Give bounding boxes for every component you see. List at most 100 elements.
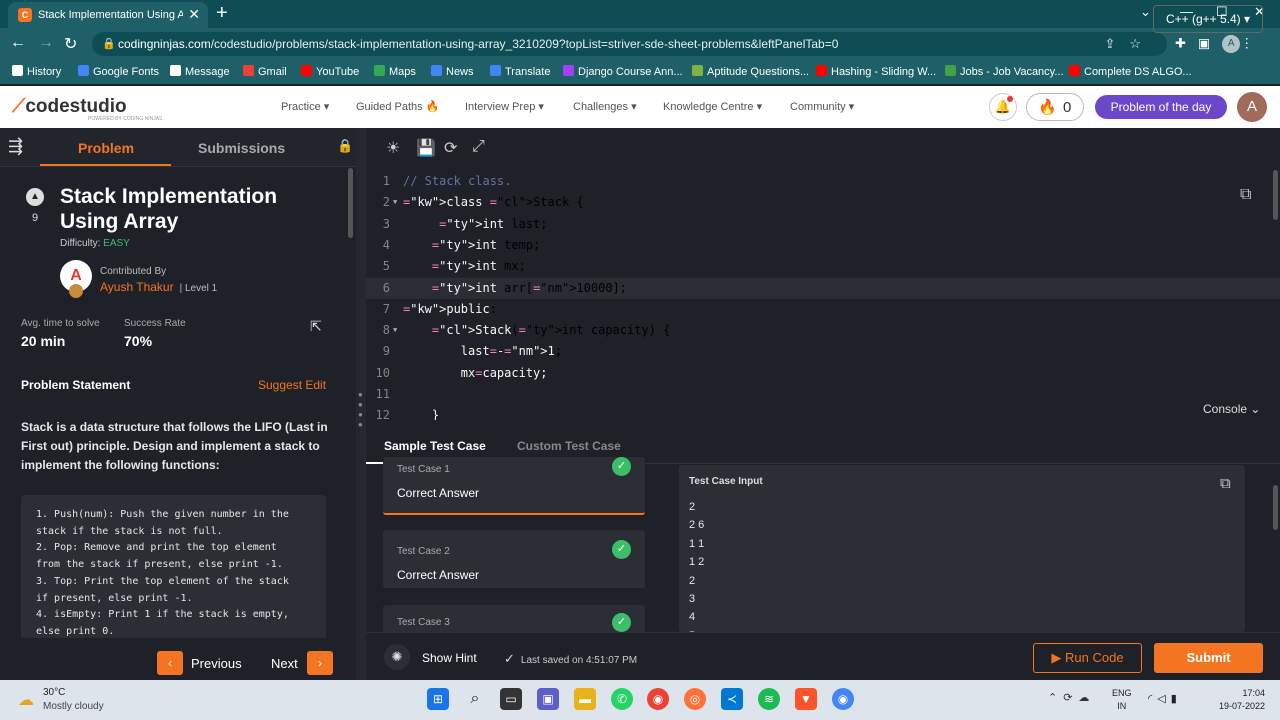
extensions-icon[interactable]: ✚ [1175,35,1198,50]
bookmark-item[interactable]: News [431,65,474,78]
code-line[interactable]: 6 ="ty">int arr[="nm">10000]; [366,277,1280,299]
back-icon[interactable]: ← [10,34,26,52]
file-explorer-icon[interactable]: ▬ [574,688,596,710]
bookmark-item[interactable]: Django Course Ann... [563,65,683,78]
problem-of-the-day-button[interactable]: Problem of the day [1095,95,1227,119]
browser-tab[interactable]: C Stack Implementation Using Arra ✕ [8,2,208,28]
suggest-edit-link[interactable]: Suggest Edit [258,378,326,392]
save-icon[interactable]: 💾 [416,138,436,158]
next-arrow-button[interactable]: › [307,651,333,675]
spotify-icon[interactable]: ≋ [758,688,780,710]
new-tab-button[interactable]: + [216,2,228,25]
test-case-card[interactable]: Test Case 2 ✓ Correct Answer [383,530,645,588]
menu-icon[interactable]: ⋮ [1240,35,1265,50]
contributor-name[interactable]: Ayush Thakur | Level 1 [100,280,217,294]
code-line[interactable]: 5 ="ty">int mx; [366,256,1280,277]
tab-search-icon[interactable]: ⌄ [1140,4,1151,20]
bookmark-item[interactable]: History [12,65,61,78]
user-avatar[interactable]: A [1237,92,1267,122]
chrome-profile-icon[interactable]: ◉ [832,688,854,710]
bookmark-item[interactable]: Gmail [243,65,287,78]
fold-arrow-icon[interactable]: ▼ [393,320,397,341]
collapse-menu-icon[interactable]: ⇶ [8,136,23,157]
editor-scrollbar[interactable] [1273,170,1278,220]
teams-chat-icon[interactable]: ▣ [537,688,559,710]
code-line[interactable]: 8 ▼ ="cl">Stack(="ty">int capacity) { [366,320,1280,341]
language-indicator[interactable]: ENG IN [1112,687,1132,713]
nav-practice[interactable]: Practice ▾ [281,100,329,113]
fullscreen-icon[interactable]: ⤢ [472,138,485,156]
code-line[interactable]: 11 [366,384,1280,405]
code-line[interactable]: 12 } [366,405,1280,420]
fold-arrow-icon[interactable]: ▼ [393,192,397,213]
code-line[interactable]: 1// Stack class. [366,171,1280,192]
bookmark-item[interactable]: Aptitude Questions... [692,65,809,78]
copy-input-icon[interactable]: ⧉ [1220,475,1231,492]
clock[interactable]: 17:04 19-07-2022 [1210,687,1265,713]
search-icon[interactable]: ⌕ [464,688,486,710]
bookmark-item[interactable]: YouTube [301,65,359,78]
code-line[interactable]: 2 ▼ ="kw">class ="cl">Stack { [366,192,1280,213]
sidepanel-icon[interactable]: ▣ [1198,35,1222,50]
console-toggle[interactable]: Console ⌄ [1203,402,1260,416]
hint-bulb-icon[interactable]: ✺ [384,644,410,670]
nav-knowledge-centre[interactable]: Knowledge Centre ▾ [663,100,762,113]
bookmark-item[interactable]: Maps [374,65,416,78]
tab-problem[interactable]: Problem [78,140,134,156]
windows-start-icon[interactable]: ⊞ [427,688,449,710]
language-select[interactable]: C++ (g++ 5.4) ▾ [1153,5,1263,33]
system-tray[interactable]: ⌃⟳☁ [1048,691,1095,704]
bookmark-item[interactable]: Message [170,65,230,78]
code-line[interactable]: 9 last=-="nm">1; [366,341,1280,362]
code-line[interactable]: 3 ="ty">int last; [366,214,1280,235]
address-bar[interactable]: 🔒 codingninjas.com/codestudio/problems/s… [92,32,1167,56]
bookmark-item[interactable]: Translate [490,65,550,78]
previous-label[interactable]: Previous [191,656,242,671]
share-icon[interactable]: ⇱ [310,318,322,335]
profile-avatar[interactable]: A [1222,35,1241,53]
theme-toggle-icon[interactable]: ☀ [386,138,400,158]
nav-challenges[interactable]: Challenges ▾ [573,100,637,113]
bookmark-item[interactable]: Hashing - Sliding W... [816,65,936,78]
bookmark-item[interactable]: Google Fonts [78,65,159,78]
bookmark-item[interactable]: Jobs - Job Vacancy... [945,65,1064,78]
task-view-icon[interactable]: ▭ [500,688,522,710]
reload-icon[interactable]: ↻ [64,34,77,54]
tab-sample-test-case[interactable]: Sample Test Case [384,439,486,453]
code-line[interactable]: 7 ="kw">public: [366,299,1280,320]
test-case-card[interactable]: Test Case 3 ✓ [383,605,645,632]
submit-button[interactable]: Submit [1154,643,1263,673]
run-code-button[interactable]: ▶ Run Code [1033,643,1142,673]
console-scrollbar[interactable] [1273,485,1278,530]
codestudio-logo[interactable]: ⟋codestudio POWERED BY CODING NINJAS [12,96,162,122]
show-hint-button[interactable]: Show Hint [422,651,477,665]
reset-icon[interactable]: ⟳ [444,138,457,158]
whatsapp-icon[interactable]: ✆ [611,688,633,710]
test-case-card[interactable]: Test Case 1 ✓ Correct Answer [383,457,645,515]
forward-icon[interactable]: → [38,34,54,52]
tab-custom-test-case[interactable]: Custom Test Case [517,439,621,453]
close-tab-icon[interactable]: ✕ [188,6,200,23]
code-line[interactable]: 4 ="ty">int temp; [366,235,1280,256]
next-label[interactable]: Next [271,656,298,671]
panel-scrollbar[interactable] [348,168,353,238]
share-bookmark-icons[interactable]: ⇪☆ [1104,36,1155,52]
chrome-icon[interactable]: ◉ [647,688,669,710]
wifi-volume-battery-icons[interactable]: ◜◁▮ [1148,692,1182,705]
notification-bell-icon[interactable]: 🔔 [989,93,1017,121]
nav-interview-prep[interactable]: Interview Prep ▾ [465,100,544,113]
bookmark-item[interactable]: Complete DS ALGO... [1069,65,1192,78]
streak-counter[interactable]: 🔥 0 [1026,93,1084,121]
copy-code-icon[interactable]: ⧉ [1240,186,1251,204]
vscode-icon[interactable]: ≺ [721,688,743,710]
nav-guided-paths[interactable]: Guided Paths 🔥 [356,100,439,113]
previous-arrow-button[interactable]: ‹ [157,651,183,675]
code-line[interactable]: 10 mx=capacity; [366,363,1280,384]
code-editor[interactable]: 1// Stack class. 2 ▼ ="kw">class ="cl">Stac… [366,168,1280,420]
firefox-icon[interactable]: ◎ [684,688,706,710]
brave-icon[interactable]: ▼ [795,688,817,710]
tab-submissions[interactable]: Submissions [198,140,285,156]
upvote-icon[interactable]: ▲ [26,188,44,206]
panel-resizer[interactable]: ● ● ● ● [356,128,366,680]
nav-community[interactable]: Community ▾ [790,100,854,113]
